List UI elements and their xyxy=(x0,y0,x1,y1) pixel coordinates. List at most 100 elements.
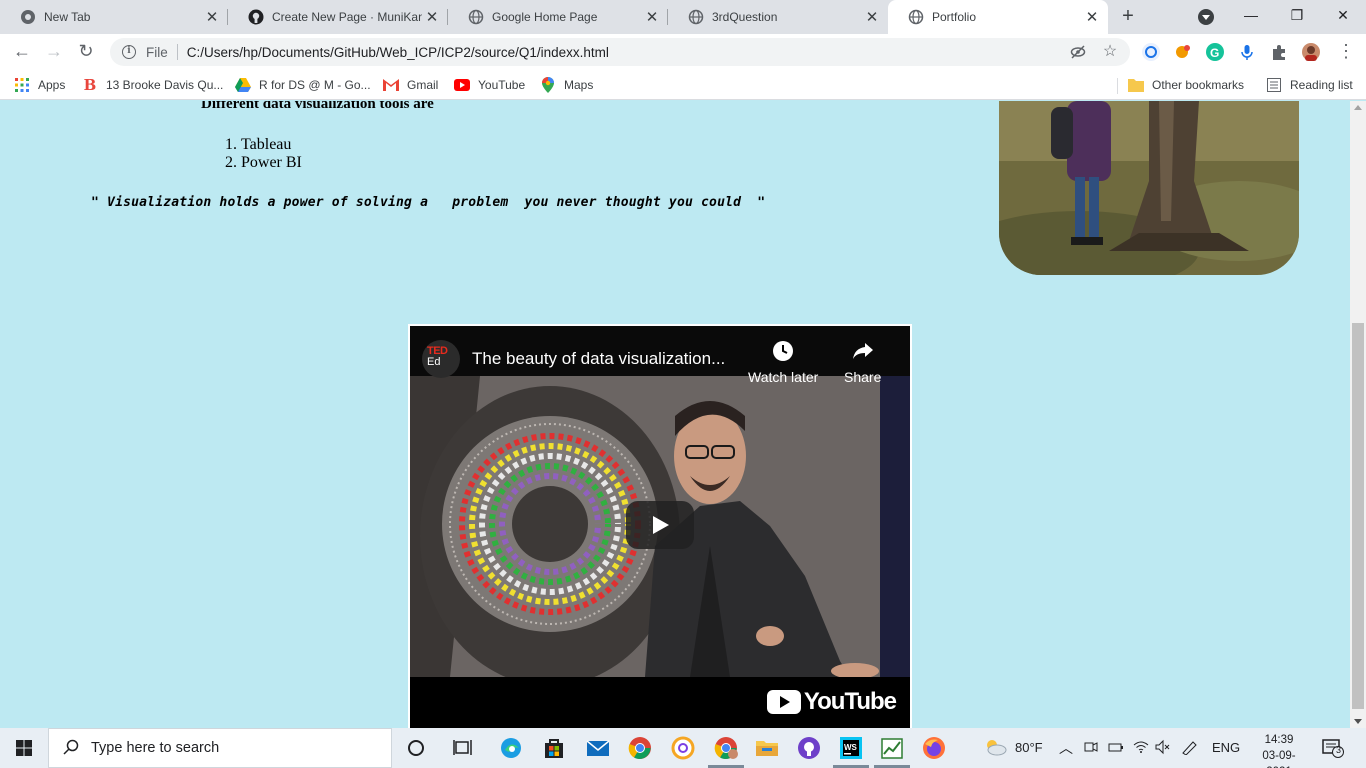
tab-create-new-page[interactable]: Create New Page · MuniKanaka ✕ xyxy=(228,0,448,34)
taskbar-search[interactable]: Type here to search xyxy=(48,728,392,768)
close-tab-icon[interactable]: ✕ xyxy=(862,8,882,26)
bookmark-label: 13 Brooke Davis Qu... xyxy=(106,78,224,92)
youtube-play-icon xyxy=(766,690,801,714)
blogger-b-icon: B xyxy=(83,76,97,94)
chrome-icon[interactable] xyxy=(628,736,652,760)
vertical-scrollbar[interactable] xyxy=(1350,101,1366,728)
reload-icon[interactable]: ↻ xyxy=(74,40,98,64)
wifi-icon[interactable] xyxy=(1133,739,1149,758)
system-clock[interactable]: 14:39 03-09-2021 xyxy=(1250,732,1308,768)
bookmark-star-icon[interactable]: ☆ xyxy=(1102,44,1118,60)
address-bar[interactable]: i File C:/Users/hp/Documents/GitHub/Web_… xyxy=(110,38,1130,66)
volume-muted-icon[interactable] xyxy=(1155,739,1171,758)
weather-cloud-icon[interactable] xyxy=(983,737,1007,760)
file-explorer-icon[interactable] xyxy=(755,736,779,760)
globe-icon xyxy=(468,9,484,25)
bookmark-maps[interactable]: Maps xyxy=(540,75,593,95)
cortana-icon[interactable] xyxy=(404,736,428,760)
tab-new-tab[interactable]: New Tab ✕ xyxy=(0,0,228,34)
tab-portfolio[interactable]: Portfolio ✕ xyxy=(888,0,1108,34)
microphone-icon[interactable] xyxy=(1238,43,1256,61)
close-tab-icon[interactable]: ✕ xyxy=(1082,8,1102,26)
clock-date: 03-09-2021 xyxy=(1262,750,1296,768)
minimize-button[interactable]: — xyxy=(1228,0,1274,32)
play-button[interactable] xyxy=(626,501,694,549)
firefox-icon[interactable] xyxy=(922,736,946,760)
bookmark-gmail[interactable]: Gmail xyxy=(383,75,438,95)
clock-time: 14:39 xyxy=(1264,734,1294,746)
reading-list-label: Reading list xyxy=(1290,78,1353,92)
weather-temperature[interactable]: 80°F xyxy=(1015,740,1043,755)
tab-google-home-page[interactable]: Google Home Page ✕ xyxy=(448,0,668,34)
tab-search-icon[interactable] xyxy=(1198,9,1214,25)
close-tab-icon[interactable]: ✕ xyxy=(422,8,442,26)
tab-strip: New Tab ✕ Create New Page · MuniKanaka ✕… xyxy=(0,0,1366,34)
youtube-logo[interactable]: YouTube xyxy=(766,688,897,716)
extension-orange-icon[interactable] xyxy=(1174,43,1192,61)
extensions-puzzle-icon[interactable] xyxy=(1270,43,1288,61)
tab-title: Google Home Page xyxy=(492,10,598,24)
tools-heading: Different data visualization tools are xyxy=(201,101,434,112)
bookmark-label: Gmail xyxy=(407,78,439,92)
reading-list-icon xyxy=(1266,77,1282,93)
close-tab-icon[interactable]: ✕ xyxy=(642,8,662,26)
mail-icon[interactable] xyxy=(586,736,610,760)
share-button[interactable]: Share xyxy=(844,340,881,385)
store-icon[interactable] xyxy=(542,736,566,760)
clock-icon xyxy=(772,341,794,365)
youtube-wordmark: YouTube xyxy=(803,688,897,715)
restore-button[interactable]: ❐ xyxy=(1274,0,1320,32)
info-icon[interactable]: i xyxy=(122,45,136,59)
url-text[interactable]: C:/Users/hp/Documents/GitHub/Web_ICP/ICP… xyxy=(187,45,609,60)
reading-list-button[interactable]: Reading list xyxy=(1266,75,1353,95)
chrome-menu-icon[interactable]: ⋮ xyxy=(1334,40,1358,64)
language-indicator[interactable]: ENG xyxy=(1212,740,1240,755)
tab-title: New Tab xyxy=(44,10,91,24)
watch-later-button[interactable]: Watch later xyxy=(748,340,818,385)
profile-avatar[interactable] xyxy=(1302,43,1320,61)
start-button[interactable] xyxy=(0,728,48,768)
list-item: Tableau xyxy=(241,136,302,154)
scroll-down-arrow-icon[interactable] xyxy=(1354,719,1362,724)
grammarly-icon[interactable]: G xyxy=(1206,43,1224,61)
forward-arrow-icon[interactable]: → xyxy=(42,40,66,64)
battery-icon[interactable] xyxy=(1108,739,1124,758)
svg-text:G: G xyxy=(1210,46,1219,60)
close-window-button[interactable]: ✕ xyxy=(1320,0,1366,32)
youtube-embed[interactable]: TED Ed The beauty of data visualization.… xyxy=(408,324,912,728)
bookmark-youtube[interactable]: YouTube xyxy=(454,75,525,95)
watch-later-label: Watch later xyxy=(748,369,819,385)
notification-center-icon[interactable]: 3 xyxy=(1322,738,1344,758)
brave-icon[interactable] xyxy=(671,736,695,760)
chart-app-icon[interactable] xyxy=(880,736,904,760)
ted-ed-logo[interactable]: TED Ed xyxy=(422,340,460,378)
bookmark-brooke-davis[interactable]: B 13 Brooke Davis Qu... xyxy=(82,75,224,95)
new-tab-button[interactable]: + xyxy=(1116,5,1140,29)
chevron-up-icon[interactable]: ︿ xyxy=(1059,738,1073,758)
meet-now-icon[interactable] xyxy=(1083,739,1099,758)
task-view-icon[interactable] xyxy=(451,736,475,760)
video-title[interactable]: The beauty of data visualization... xyxy=(472,349,725,369)
back-arrow-icon[interactable]: ← xyxy=(10,40,34,64)
globe-icon xyxy=(908,9,924,25)
github-desktop-icon[interactable] xyxy=(797,736,821,760)
bookmark-r-for-ds[interactable]: R for DS @ M - Go... xyxy=(235,75,371,95)
pen-icon[interactable] xyxy=(1181,739,1199,758)
edge-icon[interactable] xyxy=(499,736,523,760)
globe-icon xyxy=(688,9,704,25)
chrome-profile-icon[interactable] xyxy=(714,736,738,760)
tab-3rdquestion[interactable]: 3rdQuestion ✕ xyxy=(668,0,888,34)
eye-off-icon[interactable] xyxy=(1070,44,1086,60)
github-icon xyxy=(248,9,264,25)
tab-title: 3rdQuestion xyxy=(712,10,778,24)
other-bookmarks-folder[interactable]: Other bookmarks xyxy=(1128,75,1244,95)
file-scheme-label: File xyxy=(146,44,168,60)
close-tab-icon[interactable]: ✕ xyxy=(202,8,222,26)
extension-icon[interactable] xyxy=(1142,43,1160,61)
search-icon xyxy=(63,739,79,758)
drive-icon xyxy=(235,77,251,93)
webstorm-icon[interactable]: WS xyxy=(839,736,863,760)
scroll-thumb[interactable] xyxy=(1352,323,1364,709)
bookmark-apps[interactable]: Apps xyxy=(14,75,65,95)
scroll-up-arrow-icon[interactable] xyxy=(1354,105,1362,110)
